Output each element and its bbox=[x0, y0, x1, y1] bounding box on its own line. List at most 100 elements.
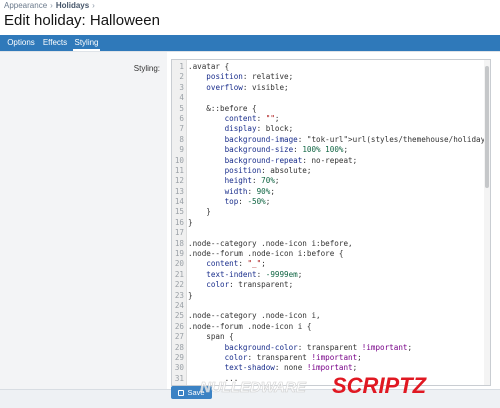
save-icon bbox=[178, 390, 185, 396]
code-line[interactable]: 6 content: ""; bbox=[172, 114, 490, 124]
code-line[interactable]: 2 position: relative; bbox=[172, 72, 490, 82]
watermark-scriptz-text: SCRIPTZ bbox=[332, 373, 428, 398]
code-line[interactable]: 24 bbox=[172, 301, 490, 311]
code-line[interactable]: 27 span { bbox=[172, 332, 490, 342]
code-text: &::before { bbox=[188, 103, 257, 113]
code-line[interactable]: 16} bbox=[172, 218, 490, 228]
watermark-ghost-text: NULLEDWARE bbox=[200, 379, 307, 397]
line-number: 11 bbox=[174, 165, 184, 175]
code-line[interactable]: 11 position: absolute; bbox=[172, 166, 490, 176]
code-line[interactable]: 25 .node--category .node-icon i, bbox=[172, 311, 490, 321]
line-number: 20 bbox=[174, 259, 184, 269]
breadcrumb-item-holidays[interactable]: Holidays bbox=[56, 1, 89, 10]
line-number: 28 bbox=[174, 342, 184, 352]
line-number: 12 bbox=[174, 176, 184, 186]
line-number: 15 bbox=[174, 207, 184, 217]
code-line[interactable]: 1 .avatar { bbox=[172, 62, 490, 72]
breadcrumb-item-appearance[interactable]: Appearance bbox=[4, 1, 47, 10]
code-text: .avatar { bbox=[188, 62, 230, 71]
breadcrumb-separator-icon: › bbox=[50, 1, 53, 10]
code-lines[interactable]: 1 .avatar {2 position: relative; 3 overflo… bbox=[172, 62, 490, 384]
code-line[interactable]: 20 content: "_"; bbox=[172, 259, 490, 269]
line-number: 13 bbox=[174, 186, 184, 196]
code-line[interactable]: 3 overflow: visible; bbox=[172, 83, 490, 93]
code-line[interactable]: 23} bbox=[172, 291, 490, 301]
line-number: 30 bbox=[174, 363, 184, 373]
code-text: overflow: visible; bbox=[206, 82, 289, 92]
line-number: 6 bbox=[179, 113, 184, 123]
line-number: 23 bbox=[174, 290, 184, 300]
tab-bar: Options Effects Styling bbox=[0, 35, 500, 51]
code-text: .node--category .node-icon i, bbox=[188, 311, 321, 321]
code-text: color: transparent !important; bbox=[224, 352, 362, 362]
code-line[interactable]: 22 color: transparent; bbox=[172, 280, 490, 290]
line-number: 1 bbox=[179, 62, 184, 71]
code-text: position: absolute; bbox=[224, 165, 312, 175]
line-number: 8 bbox=[179, 134, 184, 144]
code-text: width: 90%; bbox=[224, 186, 275, 196]
code-line[interactable]: 5 &::before { bbox=[172, 104, 490, 114]
tab-options[interactable]: Options bbox=[7, 35, 35, 51]
line-number: 26 bbox=[174, 321, 184, 331]
code-text: background-size: 100% 100%; bbox=[224, 145, 349, 155]
code-line[interactable]: 10 background-repeat: no-repeat; bbox=[172, 156, 490, 166]
code-text: content: "_"; bbox=[206, 259, 266, 269]
code-line[interactable]: 18 .node--category .node-icon i:before, bbox=[172, 239, 490, 249]
line-number: 21 bbox=[174, 269, 184, 279]
line-number: 19 bbox=[174, 249, 184, 259]
code-text: height: 70%; bbox=[224, 176, 280, 186]
line-number: 4 bbox=[179, 93, 184, 103]
code-line[interactable]: 28 background-color: transparent !import… bbox=[172, 343, 490, 353]
code-text: content: ""; bbox=[224, 113, 280, 123]
breadcrumb: Appearance › Holidays › bbox=[4, 1, 98, 10]
code-text: background-repeat: no-repeat; bbox=[224, 155, 358, 165]
code-line[interactable]: 12 height: 70%; bbox=[172, 176, 490, 186]
line-number: 16 bbox=[174, 217, 184, 227]
code-line[interactable]: 17 bbox=[172, 228, 490, 238]
code-text: } bbox=[188, 290, 193, 300]
styling-code-editor[interactable]: 1 .avatar {2 position: relative; 3 overflo… bbox=[171, 59, 491, 386]
styling-label: Styling: bbox=[133, 64, 160, 73]
line-number: 9 bbox=[179, 145, 184, 155]
line-number: 10 bbox=[174, 155, 184, 165]
code-line[interactable]: 9 background-size: 100% 100%; bbox=[172, 145, 490, 155]
editor-scrollbar[interactable] bbox=[484, 60, 490, 385]
line-number: 24 bbox=[174, 300, 184, 310]
code-line[interactable]: 13 width: 90%; bbox=[172, 187, 490, 197]
code-text: span { bbox=[188, 332, 234, 342]
code-text: } bbox=[188, 217, 193, 227]
svg-text:NULLEDWARE: NULLEDWARE bbox=[200, 379, 307, 396]
code-line[interactable]: 19 .node--forum .node-icon i:before { bbox=[172, 249, 490, 259]
editor-scrollbar-thumb[interactable] bbox=[485, 66, 489, 188]
line-number: 18 bbox=[174, 238, 184, 248]
code-text: display: block; bbox=[224, 124, 294, 134]
code-text: top: -50%; bbox=[224, 197, 271, 207]
line-number: 31 bbox=[174, 373, 184, 383]
code-text: .node--forum .node-icon i { bbox=[188, 321, 312, 331]
code-line[interactable]: 29 color: transparent !important; bbox=[172, 353, 490, 363]
scriptz-watermark-logo: NULLEDWARE SCRIPTZ bbox=[200, 373, 428, 398]
form-label-column bbox=[0, 52, 167, 390]
line-number: 14 bbox=[174, 197, 184, 207]
code-line[interactable]: 7 display: block; bbox=[172, 124, 490, 134]
tab-effects[interactable]: Effects bbox=[42, 35, 68, 51]
code-text: background-image: "tok-url">url(styles/t… bbox=[224, 134, 491, 144]
code-text: position: relative; bbox=[206, 72, 294, 82]
code-line[interactable]: 15 } bbox=[172, 207, 490, 217]
code-line[interactable]: 4 bbox=[172, 93, 490, 103]
code-text: .node--forum .node-icon i:before { bbox=[188, 249, 344, 259]
code-text: .node--category .node-icon i:before, bbox=[188, 238, 353, 248]
code-text: color: transparent; bbox=[206, 280, 294, 290]
svg-text:SCRIPTZ: SCRIPTZ bbox=[332, 373, 428, 398]
code-text: background-color: transparent !important… bbox=[224, 342, 413, 352]
code-line[interactable]: 8 background-image: "tok-url">url(styles… bbox=[172, 135, 490, 145]
line-number: 3 bbox=[179, 82, 184, 92]
code-line[interactable]: 21 text-indent: -9999em; bbox=[172, 270, 490, 280]
code-line[interactable]: 26 .node--forum .node-icon i { bbox=[172, 322, 490, 332]
line-number: 5 bbox=[179, 103, 184, 113]
page-title: Edit holiday: Halloween bbox=[4, 12, 160, 29]
code-text: } bbox=[188, 207, 211, 217]
line-number: 22 bbox=[174, 280, 184, 290]
code-line[interactable]: 14 top: -50%; bbox=[172, 197, 490, 207]
tab-styling[interactable]: Styling bbox=[73, 35, 100, 51]
